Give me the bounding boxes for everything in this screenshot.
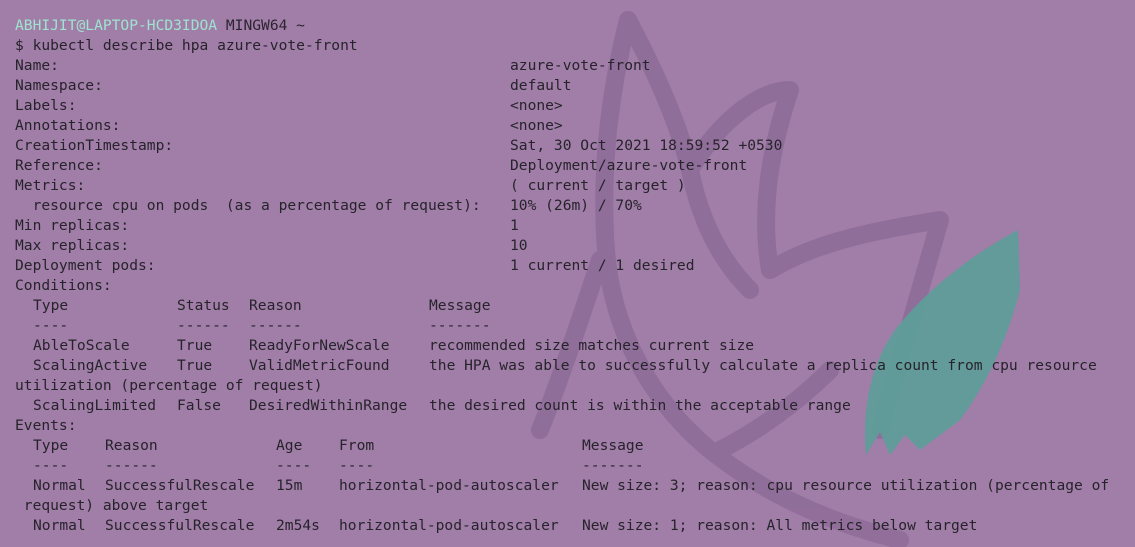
event-type: Normal [33, 477, 86, 494]
column-header: Status [177, 297, 230, 314]
field-row: Reference: Deployment/azure-vote-front [15, 156, 1130, 176]
condition-message: the HPA was able to successfully calcula… [429, 357, 1097, 374]
field-row: Namespace: default [15, 76, 1130, 96]
event-message: New size: 3; reason: cpu resource utiliz… [582, 477, 1110, 494]
condition-row: AbleToScale True ReadyForNewScale recommend… [15, 336, 1130, 356]
field-key: Annotations: [15, 117, 121, 134]
event-age: 2m54s [276, 517, 320, 534]
field-value: 10% (26m) / 70% [510, 197, 642, 214]
column-header: Message [582, 437, 644, 454]
field-key: Min replicas: [15, 217, 130, 234]
event-type: Normal [33, 517, 86, 534]
condition-reason: ReadyForNewScale [249, 337, 390, 354]
field-row: Max replicas: 10 [15, 236, 1130, 256]
column-header: Type [33, 437, 69, 454]
event-from: horizontal-pod-autoscaler [339, 477, 559, 494]
condition-message: the desired count is within the acceptab… [429, 397, 851, 414]
field-row: Min replicas: 1 [15, 216, 1130, 236]
column-header: Reason [105, 437, 158, 454]
column-header: Reason [249, 297, 302, 314]
conditions-heading: Conditions: [15, 276, 1130, 296]
field-value: ( current / target ) [510, 177, 686, 194]
column-underline: ---- [33, 317, 69, 334]
field-value: 1 current / 1 desired [510, 257, 695, 274]
field-key: Namespace: [15, 77, 103, 94]
field-value: 1 [510, 217, 519, 234]
condition-type: ScalingActive [33, 357, 148, 374]
field-row: CreationTimestamp: Sat, 30 Oct 2021 18:59… [15, 136, 1130, 156]
condition-row-continuation: utilization (percentage of request) [15, 376, 1130, 396]
column-underline: ------- [582, 457, 644, 474]
condition-status: False [177, 397, 221, 414]
event-message: New size: 1; reason: All metrics below t… [582, 517, 978, 534]
condition-reason: DesiredWithinRange [249, 397, 408, 414]
column-underline: ------ [105, 457, 158, 474]
field-value: Deployment/azure-vote-front [510, 157, 748, 174]
condition-status: True [177, 337, 213, 354]
terminal-output: ABHIJIT@LAPTOP-HCD3IDOA MINGW64 ~ $ kube… [15, 16, 1130, 536]
condition-status: True [177, 357, 213, 374]
field-row: Metrics: ( current / target ) [15, 176, 1130, 196]
command-line: $ kubectl describe hpa azure-vote-front [15, 36, 1130, 56]
column-header: Age [276, 437, 303, 454]
condition-message: recommended size matches current size [429, 337, 755, 354]
event-row: Normal SuccessfulRescale 2m54s horizontal-p… [15, 516, 1130, 536]
column-underline: ------ [249, 317, 302, 334]
field-key: Max replicas: [15, 237, 130, 254]
column-underline: ---- [339, 457, 375, 474]
field-value: <none> [510, 117, 563, 134]
events-underline-row: ---- ------ ---- ---- ------- [15, 456, 1130, 476]
event-age: 15m [276, 477, 303, 494]
field-value: 10 [510, 237, 528, 254]
event-message-continuation: request) above target [15, 497, 209, 514]
field-row: Name: azure-vote-front [15, 56, 1130, 76]
field-row: Labels: <none> [15, 96, 1130, 116]
prompt-user-host: ABHIJIT@LAPTOP-HCD3IDOA [15, 17, 218, 34]
prompt-line: ABHIJIT@LAPTOP-HCD3IDOA MINGW64 ~ [15, 16, 1130, 36]
event-from: horizontal-pod-autoscaler [339, 517, 559, 534]
field-key: Metrics: [15, 177, 86, 194]
field-key: Name: [15, 57, 59, 74]
column-header: Message [429, 297, 491, 314]
condition-reason: ValidMetricFound [249, 357, 390, 374]
field-key: Labels: [15, 97, 77, 114]
condition-type: AbleToScale [33, 337, 130, 354]
field-row: Annotations: <none> [15, 116, 1130, 136]
field-row: resource cpu on pods (as a percentage of… [15, 196, 1130, 216]
field-value: Sat, 30 Oct 2021 18:59:52 +0530 [510, 137, 783, 154]
conditions-underline-row: ---- ------ ------ ------- [15, 316, 1130, 336]
events-heading-text: Events: [15, 417, 77, 434]
field-key: Deployment pods: [15, 257, 156, 274]
events-header-row: Type Reason Age From Message [15, 436, 1130, 456]
condition-message-continuation: utilization (percentage of request) [15, 377, 323, 394]
field-value: azure-vote-front [510, 57, 651, 74]
field-key: Reference: [15, 157, 103, 174]
conditions-heading-text: Conditions: [15, 277, 112, 294]
column-underline: ------ [177, 317, 230, 334]
command-text: $ kubectl describe hpa azure-vote-front [15, 37, 358, 54]
column-header: From [339, 437, 375, 454]
field-row: Deployment pods: 1 current / 1 desired [15, 256, 1130, 276]
field-key: resource cpu on pods (as a percentage of… [15, 197, 481, 214]
events-heading: Events: [15, 416, 1130, 436]
condition-row: ScalingActive True ValidMetricFound the HPA… [15, 356, 1130, 376]
conditions-header-row: Type Status Reason Message [15, 296, 1130, 316]
condition-type: ScalingLimited [33, 397, 157, 414]
event-row-continuation: request) above target [15, 496, 1130, 516]
prompt-system: MINGW64 ~ [225, 17, 305, 34]
event-row: Normal SuccessfulRescale 15m horizontal-pod… [15, 476, 1130, 496]
field-value: default [510, 77, 572, 94]
column-underline: ---- [276, 457, 312, 474]
column-underline: ------- [429, 317, 491, 334]
event-reason: SuccessfulRescale [105, 477, 255, 494]
condition-row: ScalingLimited False DesiredWithinRange the… [15, 396, 1130, 416]
event-reason: SuccessfulRescale [105, 517, 255, 534]
field-value: <none> [510, 97, 563, 114]
column-header: Type [33, 297, 69, 314]
column-underline: ---- [33, 457, 69, 474]
field-key: CreationTimestamp: [15, 137, 174, 154]
